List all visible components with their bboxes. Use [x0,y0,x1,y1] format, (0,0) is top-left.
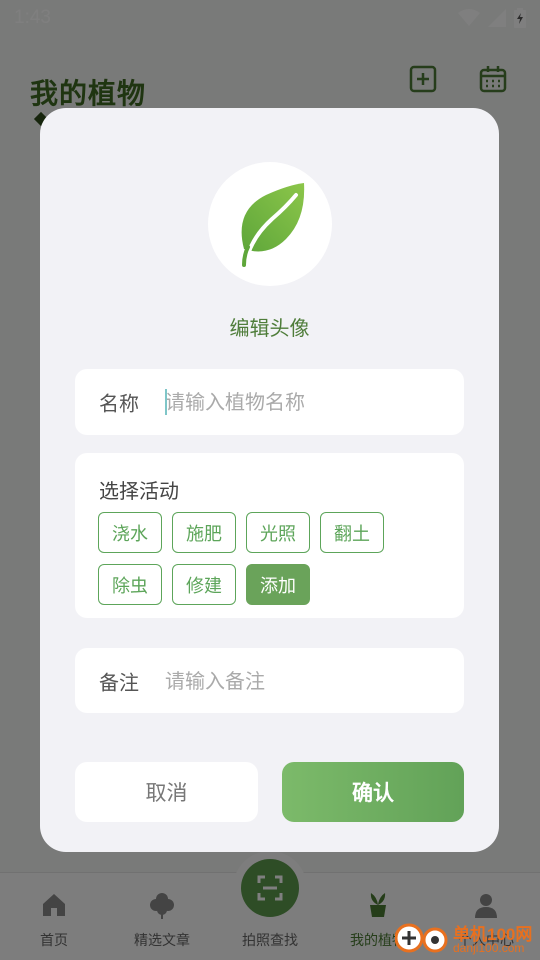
activity-title: 选择活动 [99,479,179,503]
text-caret [165,389,167,415]
confirm-button[interactable]: 确认 [282,762,464,822]
edit-plant-dialog: 编辑头像 名称 选择活动 浇水 施肥 光照 翻土 除虫 修建 添加 备注 取消 … [40,108,499,852]
note-label: 备注 [99,670,139,694]
cancel-button[interactable]: 取消 [75,762,258,822]
note-field-card: 备注 [75,648,464,713]
note-input[interactable] [165,662,445,700]
activity-chip-till-soil[interactable]: 翻土 [320,512,384,553]
watermark-text-en: danji100.com [453,941,525,955]
edit-avatar-label[interactable]: 编辑头像 [40,312,499,341]
watermark-logo-icon [395,923,448,953]
name-label: 名称 [99,391,139,416]
name-field-card: 名称 [75,369,464,435]
activity-chip-fertilize[interactable]: 施肥 [172,512,236,553]
site-watermark: 单机100网 danji100.com [395,918,540,960]
plant-avatar[interactable] [208,162,332,286]
plant-name-input[interactable] [165,383,445,421]
activity-card: 选择活动 浇水 施肥 光照 翻土 除虫 修建 添加 [75,453,464,618]
leaf-icon [241,183,305,267]
activity-chip-light[interactable]: 光照 [246,512,310,553]
activity-chip-water[interactable]: 浇水 [98,512,162,553]
activity-chip-prune[interactable]: 修建 [172,564,236,605]
activity-chip-add[interactable]: 添加 [246,564,310,605]
activity-chip-pest-control[interactable]: 除虫 [98,564,162,605]
